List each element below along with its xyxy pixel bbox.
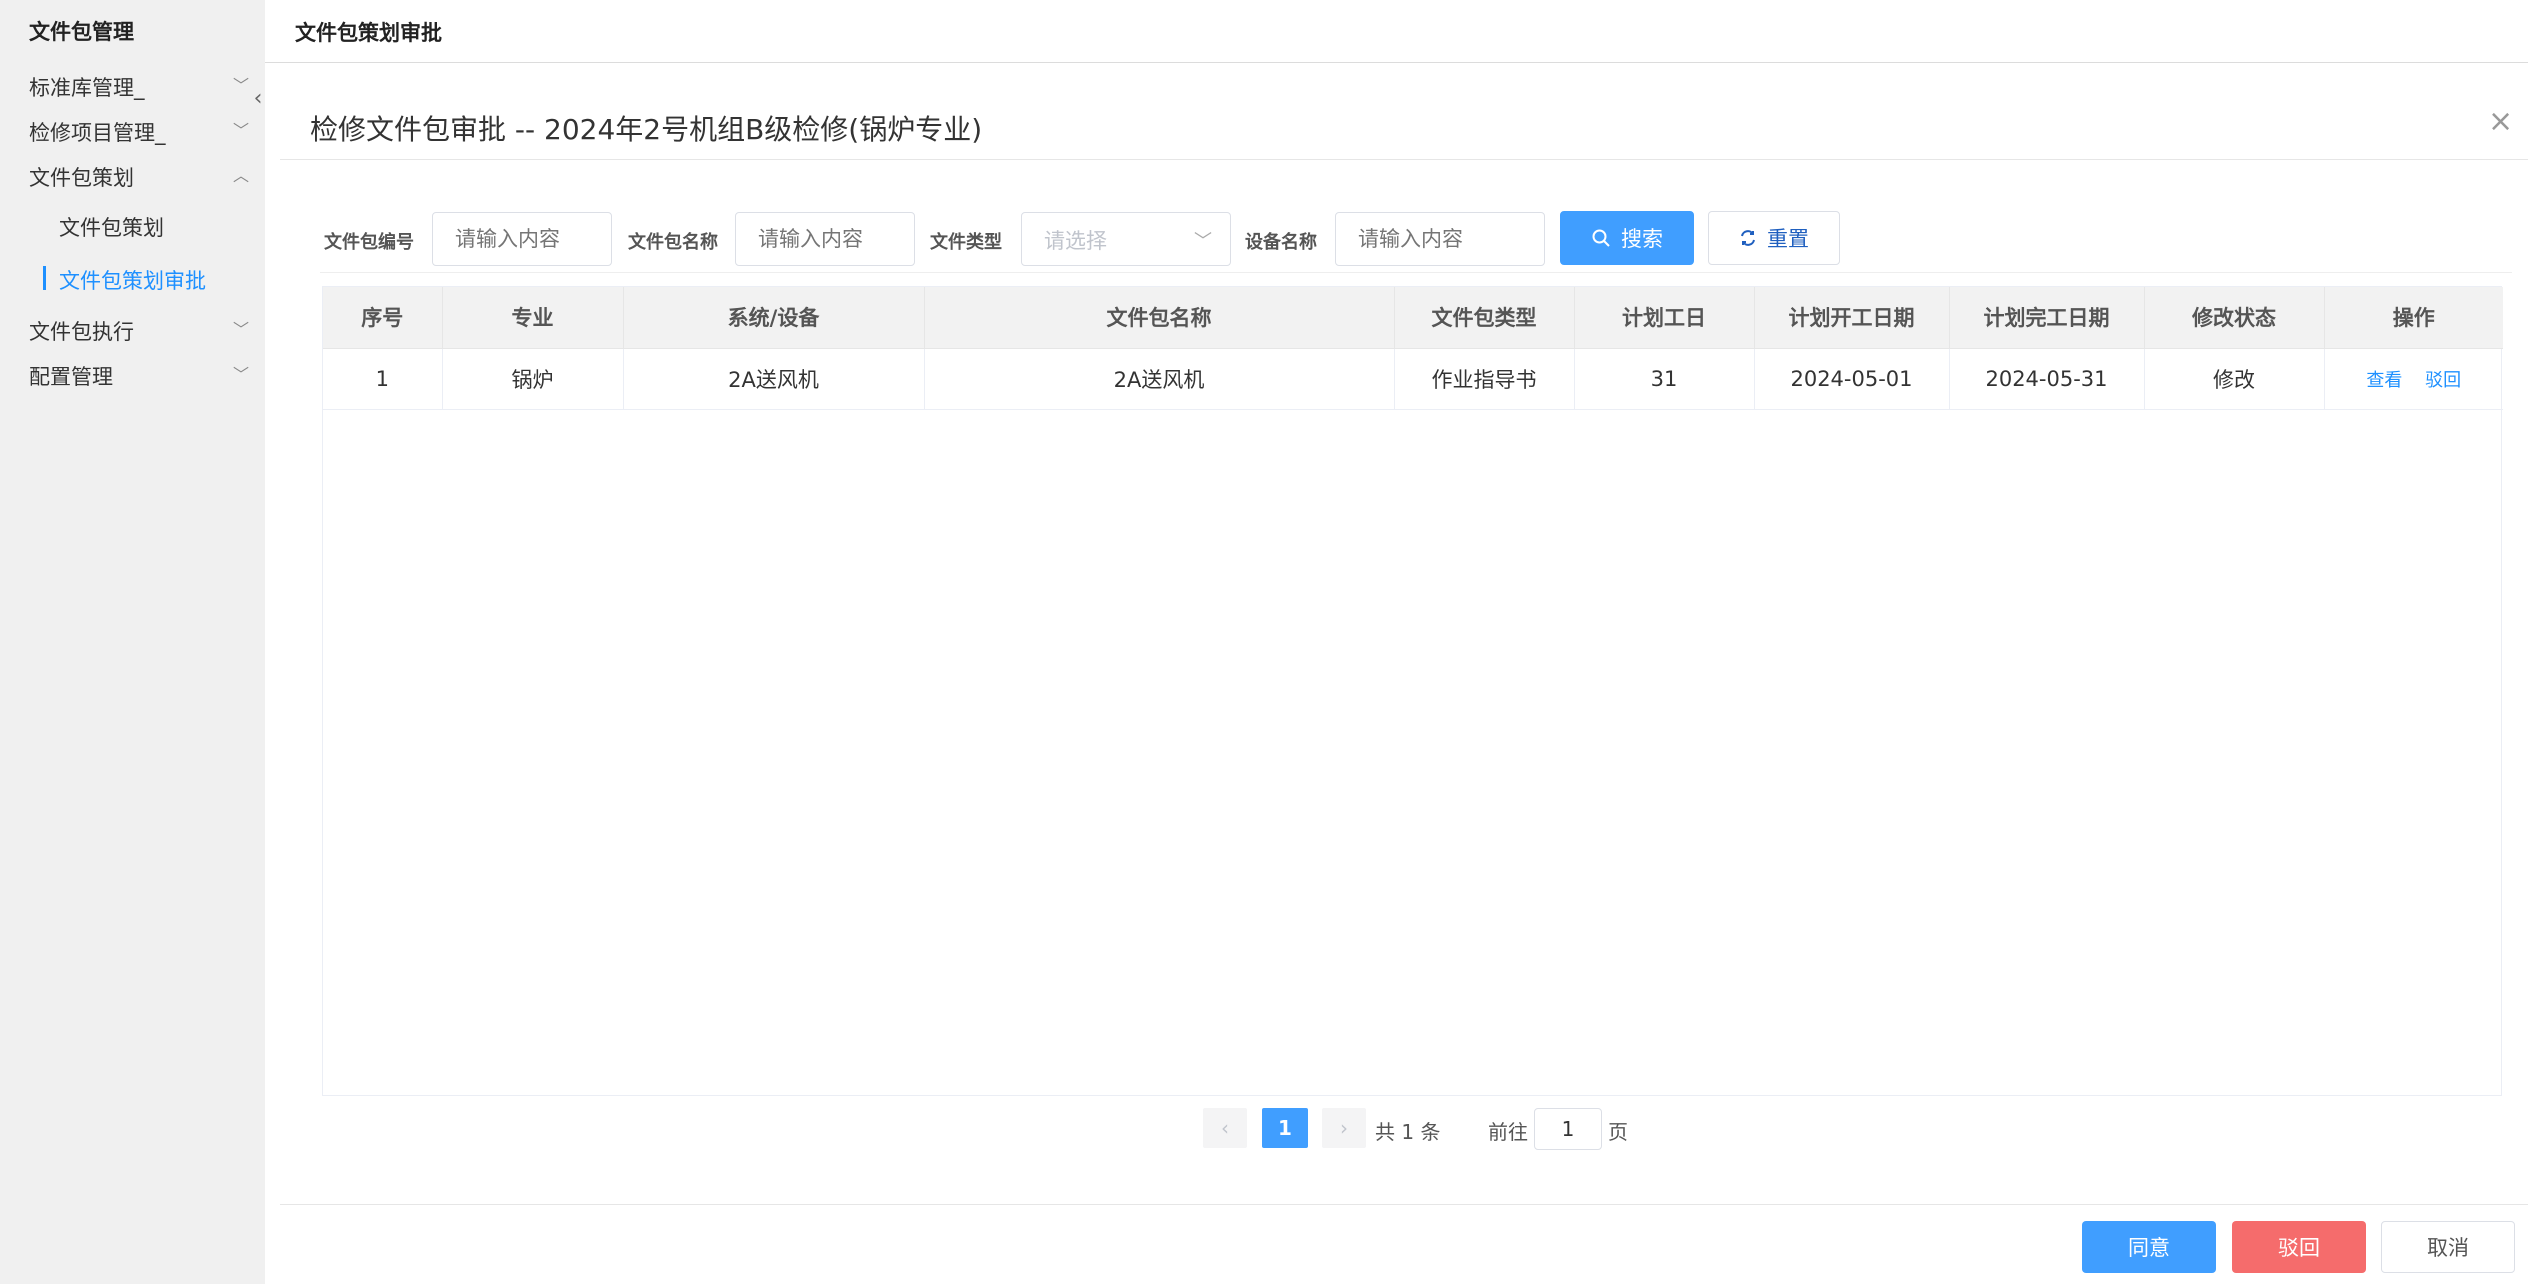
column-header: 文件包名称 — [924, 287, 1395, 349]
device-name-label: 设备名称 — [1245, 232, 1317, 253]
sidebar-item-package-planning[interactable]: 文件包策划 ︿ — [29, 162, 249, 192]
sidebar-title: 文件包管理 — [29, 20, 134, 44]
search-button-label: 搜索 — [1621, 227, 1663, 251]
reset-button[interactable]: 重置 — [1708, 211, 1840, 265]
sidebar-item-label: 检修项目管理_ — [29, 121, 166, 145]
active-indicator — [43, 266, 46, 290]
view-link[interactable]: 查看 — [2366, 370, 2402, 391]
cell-package-type: 作业指导书 — [1394, 348, 1575, 410]
close-icon[interactable]: × — [2488, 104, 2513, 139]
goto-prefix: 前往 — [1488, 1120, 1528, 1144]
column-header: 系统/设备 — [623, 287, 925, 349]
package-table: 序号 专业 系统/设备 文件包名称 文件包类型 计划工日 计划开工日期 计划完工… — [322, 286, 2503, 1096]
chevron-down-icon: ﹀ — [232, 320, 249, 339]
column-header: 计划工日 — [1574, 287, 1755, 349]
footer-divider — [280, 1204, 2528, 1205]
page-title: 文件包策划审批 — [295, 21, 442, 45]
column-header: 操作 — [2324, 287, 2503, 349]
search-button[interactable]: 搜索 — [1560, 211, 1694, 265]
cell-planned-days: 31 — [1574, 348, 1755, 410]
file-type-placeholder: 请选择 — [1044, 229, 1107, 253]
sidebar-item-package-execution[interactable]: 文件包执行 ﹀ — [29, 316, 249, 346]
sidebar-item-label: 配置管理 — [29, 365, 113, 389]
chevron-down-icon: ﹀ — [232, 365, 249, 384]
sidebar-item-label: 文件包策划 — [29, 166, 134, 190]
cell-actions: 查看 驳回 — [2324, 348, 2503, 410]
column-header: 计划完工日期 — [1949, 287, 2145, 349]
reject-button[interactable]: 驳回 — [2232, 1221, 2366, 1273]
dialog-title: 检修文件包审批 -- 2024年2号机组B级检修(锅炉专业) — [310, 113, 983, 146]
reset-button-label: 重置 — [1767, 227, 1809, 251]
sidebar-item-label: 文件包执行 — [29, 320, 134, 344]
sidebar-item-label: 标准库管理_ — [29, 76, 145, 100]
page-header: 文件包策划审批 — [265, 0, 2528, 63]
cell-package-name: 2A送风机 — [924, 348, 1395, 410]
device-name-input[interactable] — [1335, 212, 1545, 266]
sidebar-item-standard-library[interactable]: 标准库管理_ ﹀ — [29, 72, 249, 102]
goto-suffix: 页 — [1608, 1120, 1628, 1144]
column-header: 修改状态 — [2144, 287, 2325, 349]
cell-no: 1 — [323, 348, 443, 410]
package-no-input[interactable] — [432, 212, 612, 266]
column-header: 专业 — [442, 287, 624, 349]
cancel-button[interactable]: 取消 — [2381, 1221, 2515, 1273]
sidebar-subitem-planning-approval[interactable]: 文件包策划审批 — [59, 265, 206, 295]
sidebar-item-config[interactable]: 配置管理 ﹀ — [29, 361, 249, 391]
table-row: 1 锅炉 2A送风机 2A送风机 作业指导书 31 2024-05-01 202… — [323, 348, 2503, 410]
cell-status: 修改 — [2144, 348, 2325, 410]
chevron-up-icon: ︿ — [232, 166, 249, 185]
sidebar-subitem-package-planning[interactable]: 文件包策划 — [59, 212, 164, 242]
sidebar-item-maintenance-project[interactable]: 检修项目管理_ ﹀ — [29, 117, 249, 147]
cell-major: 锅炉 — [442, 348, 624, 410]
column-header: 文件包类型 — [1394, 287, 1575, 349]
next-page-button[interactable]: › — [1322, 1108, 1366, 1148]
table-header-row: 序号 专业 系统/设备 文件包名称 文件包类型 计划工日 计划开工日期 计划完工… — [323, 287, 2503, 349]
prev-page-button[interactable]: ‹ — [1203, 1108, 1247, 1148]
page-number-current[interactable]: 1 — [1262, 1108, 1308, 1148]
file-type-select[interactable]: 请选择 ﹀ — [1021, 212, 1231, 266]
package-name-input[interactable] — [735, 212, 915, 266]
chevron-down-icon: ﹀ — [232, 121, 249, 140]
goto-page-input[interactable] — [1534, 1108, 1602, 1150]
chevron-down-icon: ﹀ — [232, 76, 249, 95]
filter-divider — [320, 272, 2512, 273]
sidebar: 文件包管理 ‹ 标准库管理_ ﹀ 检修项目管理_ ﹀ 文件包策划 ︿ 文件包策划… — [0, 0, 265, 1284]
column-header: 序号 — [323, 287, 443, 349]
agree-button[interactable]: 同意 — [2082, 1221, 2216, 1273]
cell-end-date: 2024-05-31 — [1949, 348, 2145, 410]
search-icon — [1592, 229, 1610, 247]
package-no-label: 文件包编号 — [324, 232, 414, 253]
file-type-label: 文件类型 — [930, 232, 1002, 253]
reject-link[interactable]: 驳回 — [2425, 370, 2461, 391]
refresh-icon — [1741, 230, 1755, 246]
cell-start-date: 2024-05-01 — [1754, 348, 1950, 410]
cell-system: 2A送风机 — [623, 348, 925, 410]
package-name-label: 文件包名称 — [628, 232, 718, 253]
total-count: 共 1 条 — [1375, 1120, 1441, 1144]
chevron-down-icon: ﹀ — [1194, 231, 1212, 252]
dialog-divider — [280, 159, 2528, 160]
column-header: 计划开工日期 — [1754, 287, 1950, 349]
